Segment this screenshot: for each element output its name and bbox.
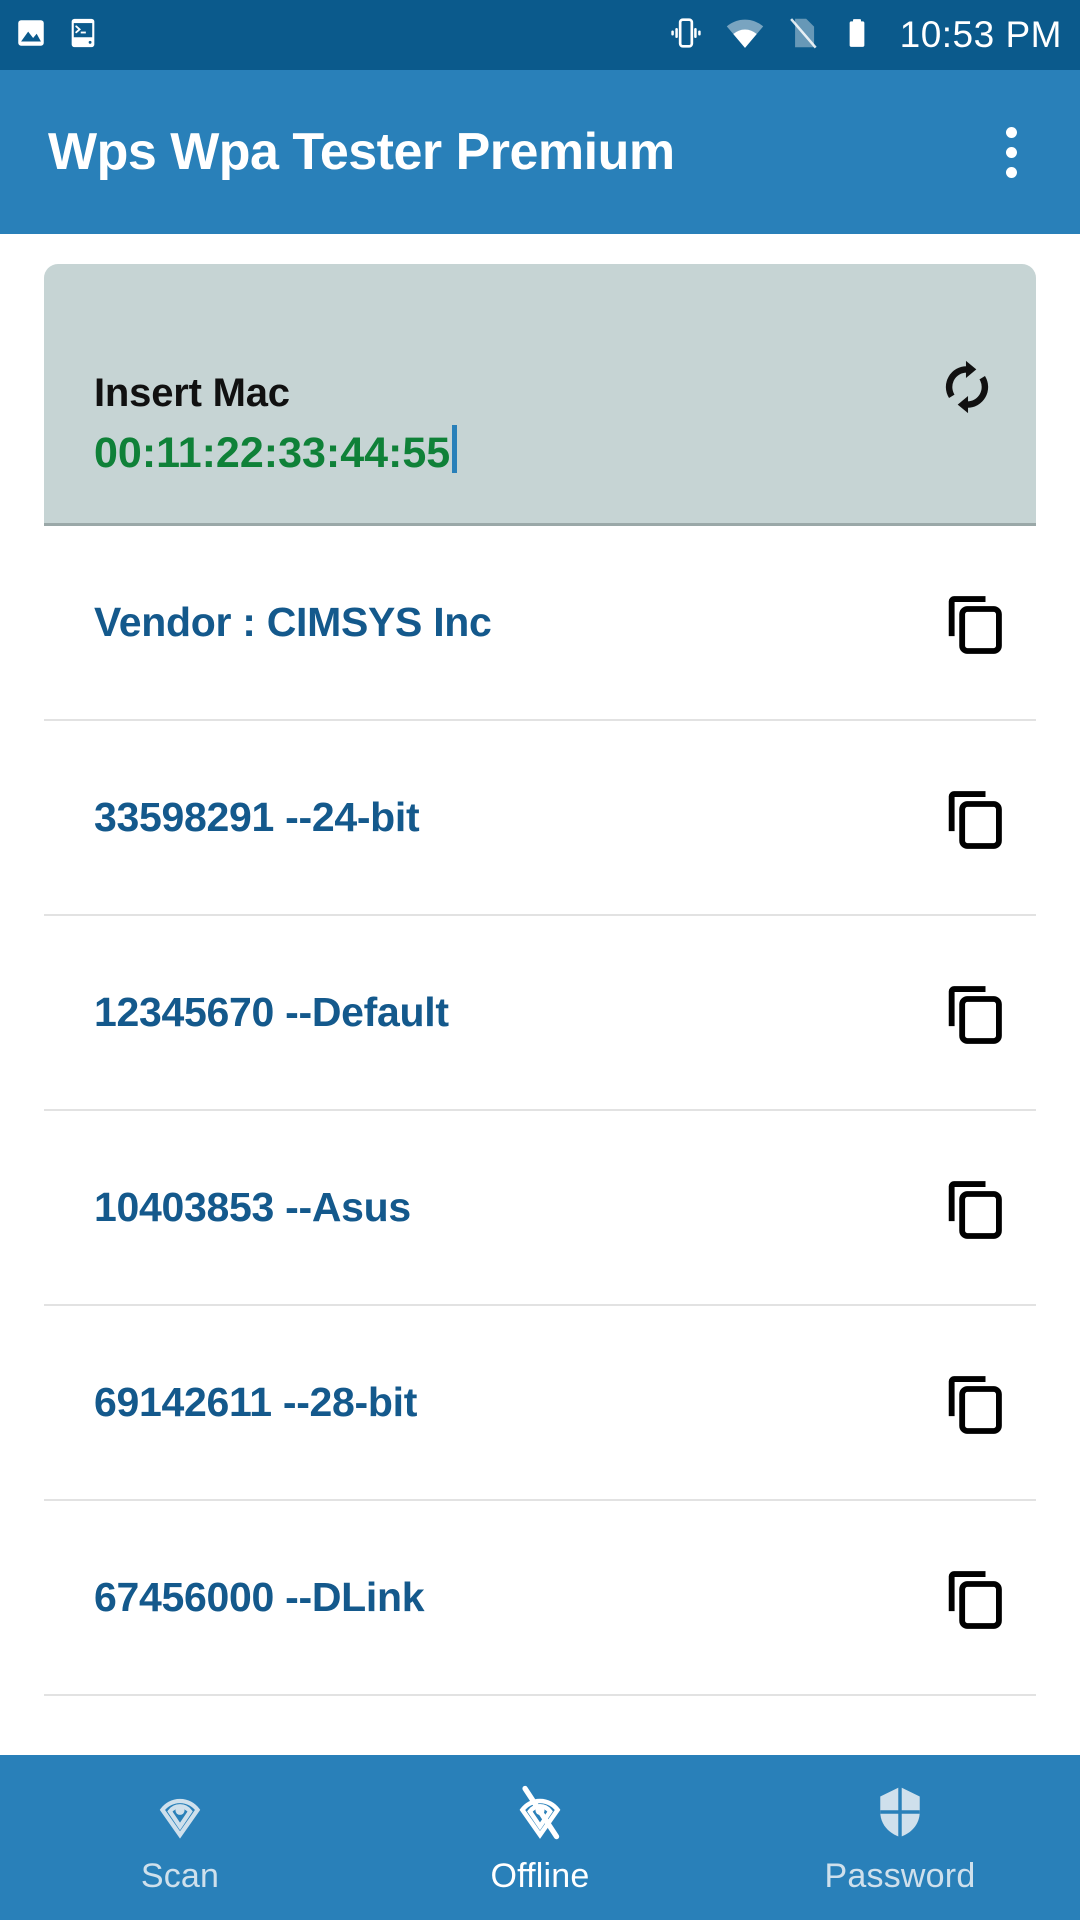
copy-icon [948,985,1002,1044]
copy-button[interactable] [928,576,1022,670]
refresh-button[interactable] [932,352,1002,422]
copy-button[interactable] [928,771,1022,865]
copy-button[interactable] [928,966,1022,1060]
mac-input-value-row[interactable]: 00:11:22:33:44:55 [94,419,1000,478]
app-screen: 10:53 PM Wps Wpa Tester Premium Insert M… [0,0,1080,1920]
overflow-menu-button[interactable] [968,109,1054,195]
pin-list: Vendor : CIMSYS Inc 33598291 --24-bit 12… [44,526,1036,1891]
list-item-label: Vendor : CIMSYS Inc [94,599,492,645]
status-bar-clock: 10:53 PM [899,14,1062,55]
vibrate-icon [666,13,706,58]
mac-input-label: Insert Mac [94,371,290,415]
list-item-label: 69142611 --28-bit [94,1379,418,1425]
list-item[interactable]: 10403853 --Asus [44,1111,1036,1306]
list-item[interactable]: 67456000 --DLink [44,1501,1036,1696]
tab-password[interactable]: Password [720,1755,1080,1920]
list-item[interactable]: 12345670 --Default [44,916,1036,1111]
copy-icon [948,1180,1002,1239]
image-notification-icon [14,16,48,55]
text-cursor [452,425,458,474]
tab-offline[interactable]: Offline [360,1755,720,1920]
wifi-icon [724,12,766,59]
bottom-navigation: Scan Offline Password [0,1755,1080,1920]
main-content: Insert Mac 00:11:22:33:44:55 Vendor : CI… [0,234,1080,1920]
shield-icon [868,1780,932,1849]
copy-icon [948,790,1002,849]
sim-off-icon [784,14,822,57]
copy-button[interactable] [928,1551,1022,1645]
copy-icon [948,595,1002,654]
list-item[interactable]: 69142611 --28-bit [44,1306,1036,1501]
wifi-off-icon [508,1780,572,1849]
radar-scan-icon [148,1780,212,1849]
copy-button[interactable] [928,1356,1022,1450]
tab-label: Scan [140,1856,220,1895]
list-item[interactable]: 33598291 --24-bit [44,721,1036,916]
terminal-notification-icon [66,16,100,55]
refresh-icon [945,360,989,414]
mac-input-value[interactable]: 00:11:22:33:44:55 [94,429,450,478]
more-vert-icon-dot [1005,146,1017,158]
tab-scan[interactable]: Scan [0,1755,360,1920]
list-item-label: 10403853 --Asus [94,1184,411,1230]
tab-label: Password [824,1856,976,1895]
more-vert-icon-dot [1005,126,1017,138]
list-item[interactable]: Vendor : CIMSYS Inc [44,526,1036,721]
status-bar: 10:53 PM [0,0,1080,70]
tab-label: Offline [490,1856,590,1895]
app-bar: Wps Wpa Tester Premium [0,70,1080,234]
copy-button[interactable] [928,1161,1022,1255]
list-item-label: 67456000 --DLink [94,1574,425,1620]
page-title: Wps Wpa Tester Premium [48,123,675,181]
more-vert-icon-dot [1005,166,1017,178]
status-bar-system-icons: 10:53 PM [666,12,1062,59]
list-item-label: 12345670 --Default [94,989,449,1035]
list-item-label: 33598291 --24-bit [94,794,420,840]
copy-icon [948,1375,1002,1434]
battery-full-icon [840,16,874,55]
status-bar-notifications [14,16,100,55]
mac-input-card[interactable]: Insert Mac 00:11:22:33:44:55 [44,264,1036,526]
copy-icon [948,1570,1002,1629]
